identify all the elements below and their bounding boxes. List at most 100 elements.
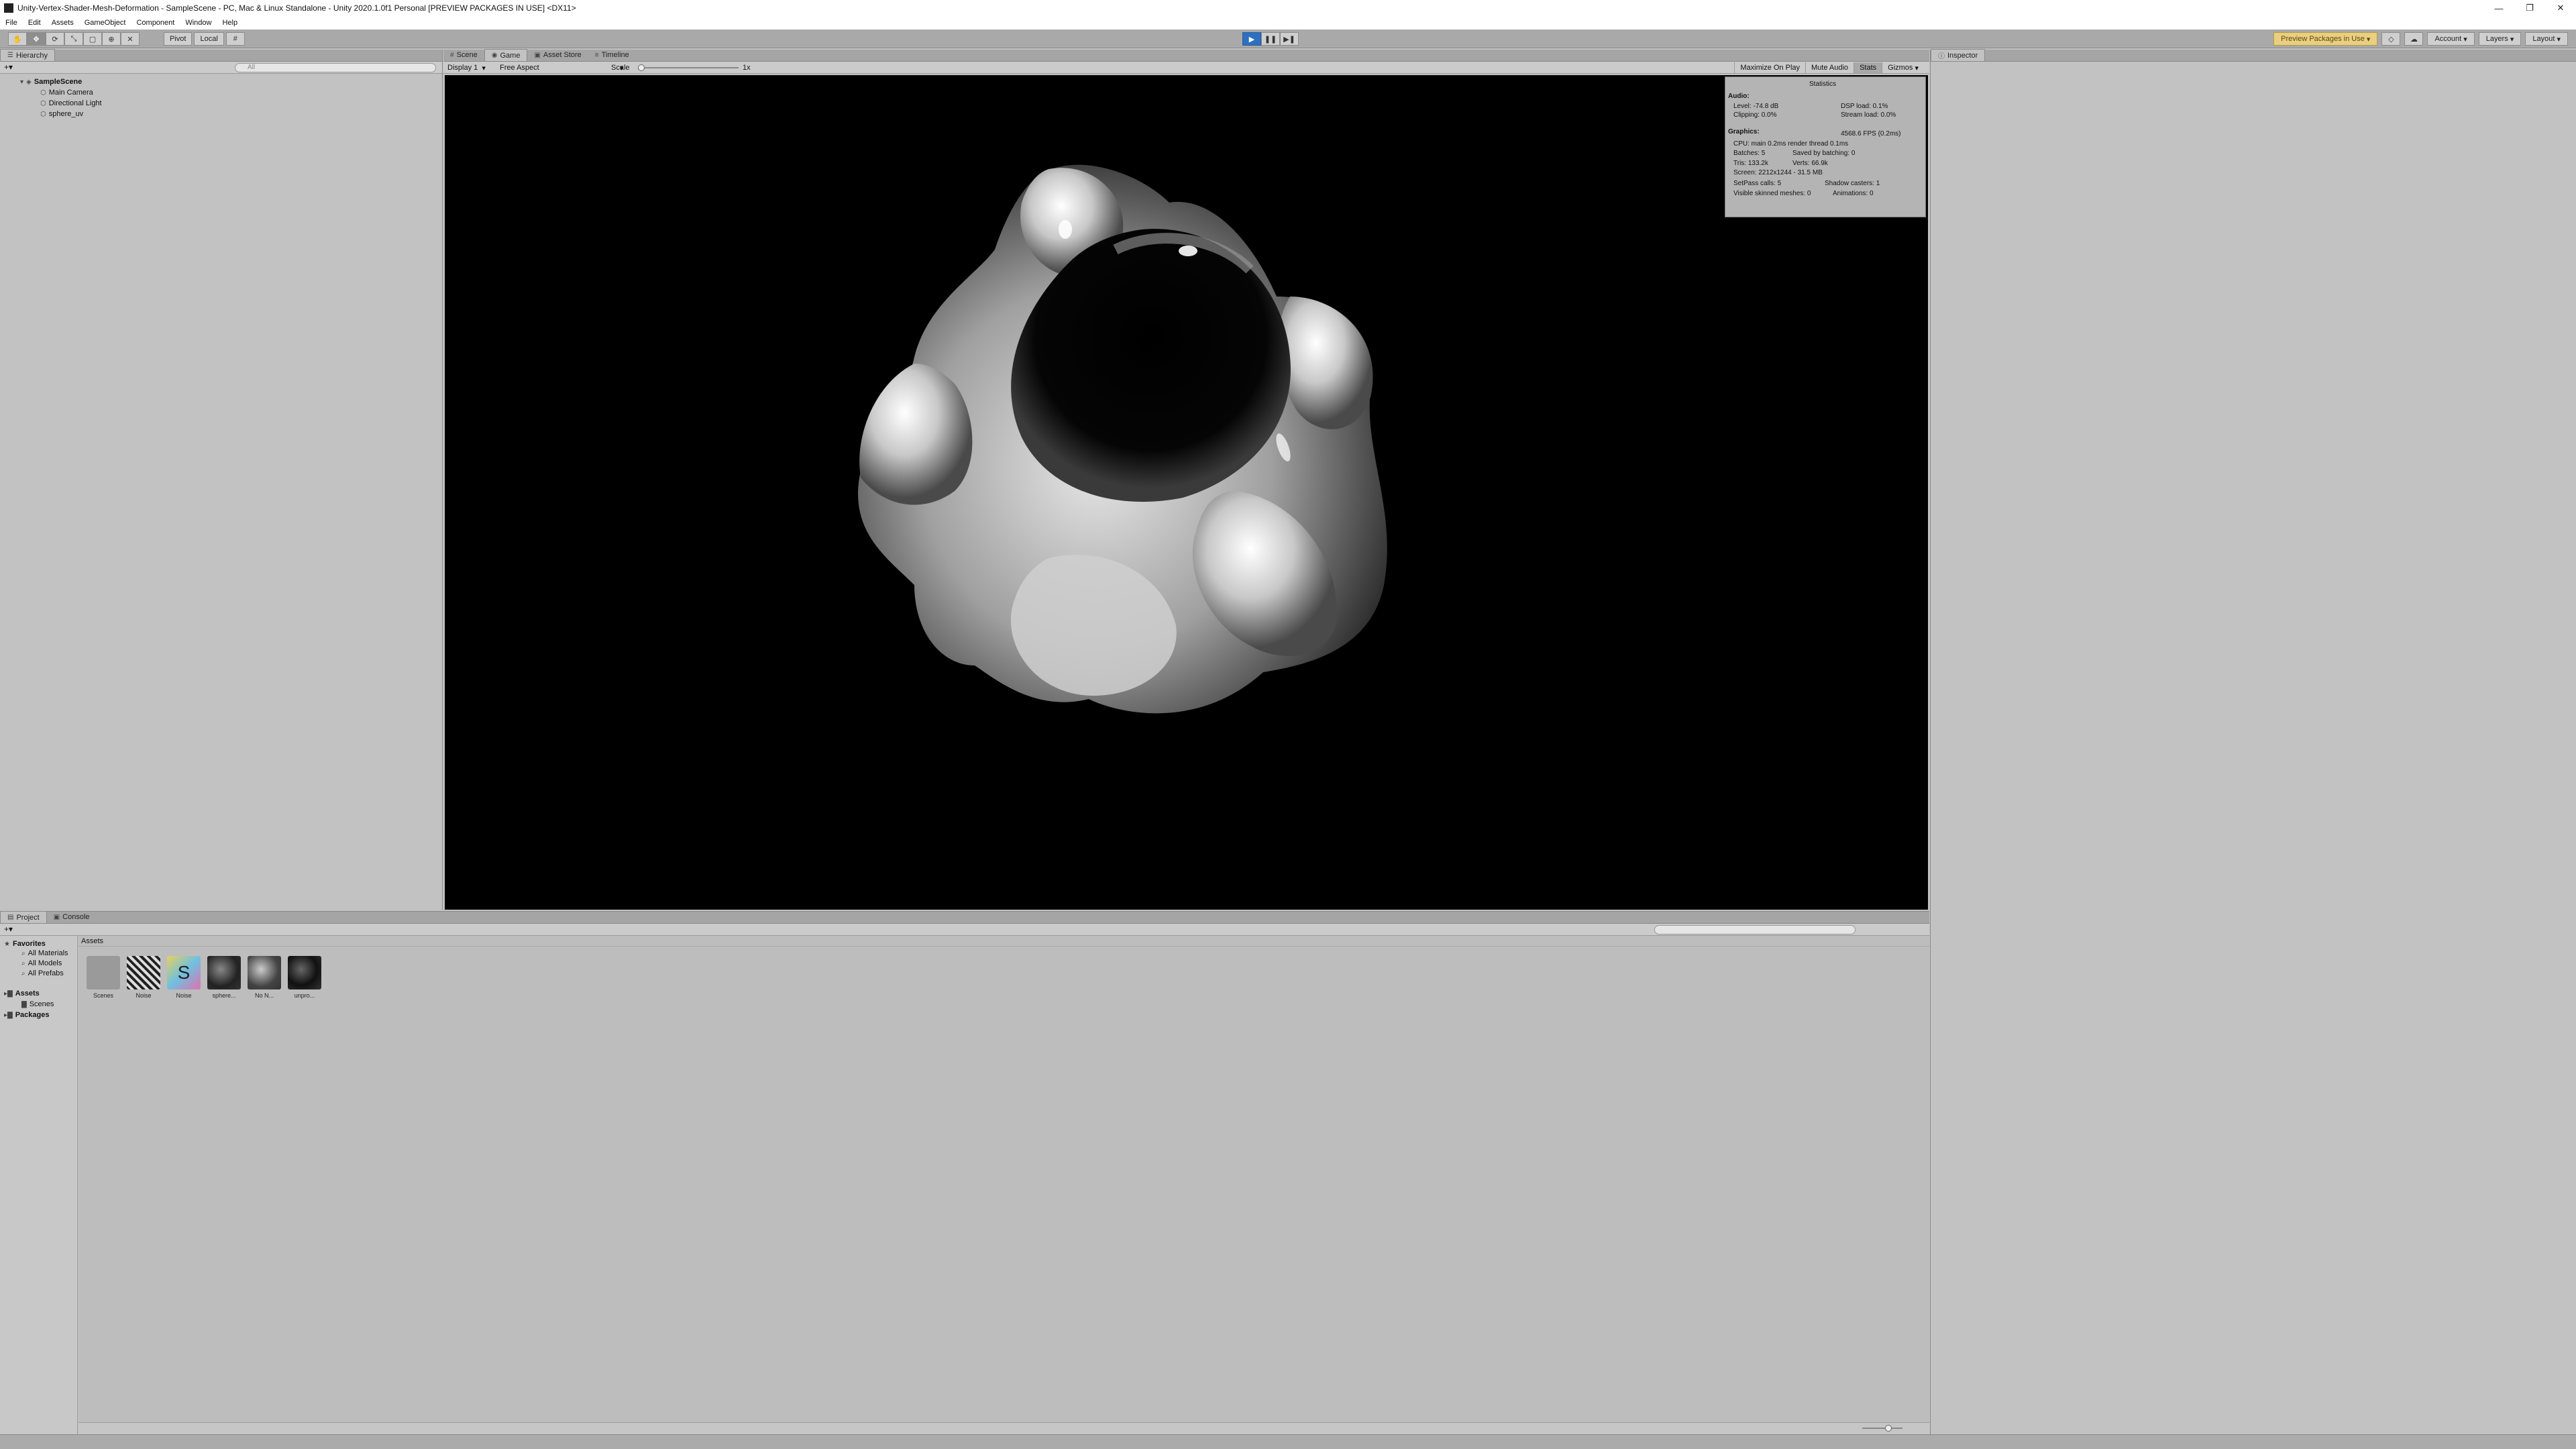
tab-project[interactable]: ▤ Project bbox=[0, 911, 47, 923]
menu-help[interactable]: Help bbox=[217, 19, 243, 27]
scale-value-text: 1x bbox=[743, 64, 751, 72]
breadcrumb-assets[interactable]: Assets bbox=[81, 937, 103, 945]
scene-root[interactable]: ▾ ◈ SampleScene bbox=[20, 76, 82, 87]
expand-arrow-icon[interactable]: ▾ bbox=[20, 78, 23, 86]
thumbnail-size-slider[interactable] bbox=[1862, 1428, 1902, 1429]
hand-tool-icon[interactable]: ✋ bbox=[8, 32, 27, 46]
play-button[interactable]: ▶ bbox=[1242, 32, 1261, 46]
tab-console[interactable]: ▣ Console bbox=[47, 911, 97, 923]
folder-scenes[interactable]: ▇ Scenes bbox=[21, 999, 54, 1010]
asset-item[interactable]: No N... bbox=[245, 956, 284, 999]
asset-item[interactable]: S Noise bbox=[164, 956, 203, 999]
custom-tool-icon[interactable]: ✕ bbox=[121, 32, 140, 46]
thumbnail-size-handle[interactable] bbox=[1885, 1425, 1892, 1432]
menu-window[interactable]: Window bbox=[180, 19, 217, 27]
gameobject-icon: ⬡ bbox=[40, 110, 46, 118]
gameobject-icon: ⬡ bbox=[40, 99, 46, 107]
unity-logo-icon bbox=[4, 3, 13, 13]
snap-icon[interactable]: # bbox=[225, 32, 245, 46]
preview-packages-dropdown[interactable]: Preview Packages in Use ▾ bbox=[2273, 32, 2378, 46]
asset-label: sphere... bbox=[212, 992, 236, 999]
local-toggle[interactable]: Local bbox=[194, 32, 224, 46]
step-button[interactable]: ▶❚ bbox=[1280, 32, 1299, 46]
menu-gameobject[interactable]: GameObject bbox=[79, 19, 131, 27]
hierarchy-item-main-camera[interactable]: ⬡ Main Camera bbox=[40, 87, 93, 98]
close-button[interactable]: ✕ bbox=[2545, 0, 2576, 16]
layers-dropdown[interactable]: Layers ▾ bbox=[2478, 32, 2522, 46]
star-icon: ★ bbox=[4, 940, 10, 948]
hierarchy-item-directional-light[interactable]: ⬡ Directional Light bbox=[40, 98, 102, 109]
rect-tool-icon[interactable]: ▢ bbox=[83, 32, 102, 46]
folder-icon: ▸▇ bbox=[4, 989, 13, 998]
hierarchy-item-label: sphere_uv bbox=[48, 110, 84, 118]
mute-audio-toggle[interactable]: Mute Audio bbox=[1805, 62, 1854, 73]
asset-item[interactable]: Noise bbox=[124, 956, 163, 999]
scale-tool-icon[interactable]: ⤡ bbox=[64, 32, 83, 46]
layout-dropdown[interactable]: Layout ▾ bbox=[2525, 32, 2568, 46]
display-dropdown[interactable]: Display 1 ▾ bbox=[447, 63, 486, 72]
breadcrumb: Assets bbox=[78, 936, 1929, 947]
pivot-label: Pivot bbox=[170, 35, 186, 43]
menu-assets[interactable]: Assets bbox=[46, 19, 79, 27]
hierarchy-search-input[interactable]: All bbox=[235, 63, 436, 72]
maximize-button[interactable]: ❐ bbox=[2514, 0, 2545, 16]
pause-button[interactable]: ❚❚ bbox=[1261, 32, 1280, 46]
cloud-icon[interactable]: ☁ bbox=[2404, 32, 2424, 46]
hierarchy-icon: ☰ bbox=[7, 52, 13, 59]
tab-inspector[interactable]: ⓘ Inspector bbox=[1931, 49, 1986, 61]
game-viewport[interactable]: Statistics Audio: Level: -74.8 dB DSP lo… bbox=[445, 75, 1928, 910]
deformed-sphere-render bbox=[858, 164, 1387, 714]
project-search-input[interactable] bbox=[1654, 925, 1856, 934]
hierarchy-item-sphere-uv[interactable]: ⬡ sphere_uv bbox=[40, 109, 83, 119]
hierarchy-toolbar: +▾ All bbox=[0, 62, 442, 74]
scale-slider[interactable] bbox=[638, 67, 739, 68]
material-thumbnail bbox=[248, 956, 281, 989]
transform-tool-icon[interactable]: ⊕ bbox=[102, 32, 121, 46]
stats-toggle[interactable]: Stats bbox=[1854, 62, 1882, 73]
menu-component[interactable]: Component bbox=[131, 19, 180, 27]
asset-item[interactable]: sphere... bbox=[205, 956, 244, 999]
unity-scene-icon: ◈ bbox=[26, 78, 32, 86]
packages-root[interactable]: ▸▇ Packages bbox=[4, 1010, 49, 1020]
stats-verts: Verts: 66.9k bbox=[1792, 160, 1828, 167]
menu-edit[interactable]: Edit bbox=[23, 19, 46, 27]
add-object-icon[interactable]: +▾ bbox=[4, 62, 13, 72]
account-dropdown[interactable]: Account ▾ bbox=[2427, 32, 2475, 46]
timeline-tab-label: Timeline bbox=[601, 51, 629, 59]
stats-fps: 4568.6 FPS (0.2ms) bbox=[1841, 130, 1901, 138]
rotate-tool-icon[interactable]: ⟳ bbox=[46, 32, 64, 46]
assets-root[interactable]: ▸▇ Assets bbox=[4, 988, 40, 999]
folder-icon: ▸▇ bbox=[4, 1011, 13, 1019]
menu-file[interactable]: File bbox=[0, 19, 23, 27]
asset-item[interactable]: unpro... bbox=[285, 956, 324, 999]
stats-setpass: SetPass calls: 5 bbox=[1733, 180, 1782, 187]
inspector-panel: ⓘ Inspector bbox=[1930, 49, 2576, 1434]
asset-label: unpro... bbox=[294, 992, 315, 999]
minimize-button[interactable]: — bbox=[2483, 0, 2514, 16]
maximize-on-play-toggle[interactable]: Maximize On Play bbox=[1734, 62, 1805, 73]
mute-audio-label: Mute Audio bbox=[1811, 64, 1849, 72]
favorite-all-materials[interactable]: ⌕ All Materials bbox=[21, 948, 68, 959]
tab-timeline[interactable]: ≡ Timeline bbox=[588, 49, 636, 61]
tab-hierarchy[interactable]: ☰ Hierarchy bbox=[0, 49, 56, 61]
pivot-toggle[interactable]: Pivot bbox=[164, 32, 193, 46]
tab-game[interactable]: ◉ Game bbox=[484, 49, 528, 61]
tab-scene[interactable]: # Scene bbox=[443, 49, 484, 61]
move-tool-icon[interactable]: ✥ bbox=[27, 32, 46, 46]
favorite-all-models[interactable]: ⌕ All Models bbox=[21, 958, 62, 969]
aspect-dropdown[interactable]: Free Aspect ▾ bbox=[500, 63, 623, 72]
collab-icon[interactable]: ◇ bbox=[2381, 32, 2401, 46]
scale-slider-handle[interactable] bbox=[638, 64, 645, 71]
create-asset-icon[interactable]: +▾ bbox=[4, 924, 13, 934]
gizmos-dropdown[interactable]: Gizmos ▾ bbox=[1882, 62, 1924, 73]
hierarchy-item-label: Main Camera bbox=[48, 89, 93, 97]
gizmos-label: Gizmos bbox=[1888, 64, 1913, 72]
timeline-icon: ≡ bbox=[594, 51, 599, 59]
tab-asset-store[interactable]: ▣ Asset Store bbox=[527, 49, 588, 61]
scale-value: 1x bbox=[743, 63, 751, 72]
scale-text: Scale bbox=[611, 64, 630, 72]
game-tab-icon: ◉ bbox=[491, 52, 498, 59]
console-tab-label: Console bbox=[62, 913, 90, 921]
favorite-all-prefabs[interactable]: ⌕ All Prefabs bbox=[21, 968, 64, 979]
asset-item[interactable]: Scenes bbox=[84, 956, 123, 999]
